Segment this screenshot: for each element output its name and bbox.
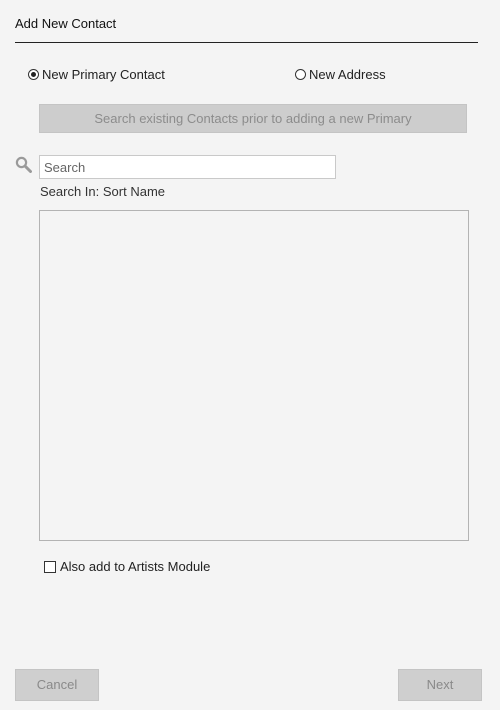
search-existing-contacts-button[interactable]: Search existing Contacts prior to adding… [39,104,467,133]
next-button[interactable]: Next [398,669,482,701]
cancel-button[interactable]: Cancel [15,669,99,701]
new-primary-contact-radio[interactable]: New Primary Contact [28,67,165,82]
search-icon[interactable] [15,156,32,173]
also-add-artists-label: Also add to Artists Module [60,559,211,574]
search-in-label: Search In: Sort Name [40,184,165,199]
search-input[interactable] [39,155,336,179]
dialog-title: Add New Contact [15,16,117,31]
new-primary-contact-label: New Primary Contact [42,67,165,82]
radio-unchecked-icon[interactable] [295,69,306,80]
search-results-list[interactable] [39,210,469,541]
title-divider [15,42,478,43]
also-add-artists-checkbox[interactable]: Also add to Artists Module [44,559,210,574]
checkbox-unchecked-icon[interactable] [44,560,56,573]
new-address-radio[interactable]: New Address [295,67,386,82]
new-address-label: New Address [309,67,386,82]
radio-checked-icon[interactable] [28,69,39,80]
